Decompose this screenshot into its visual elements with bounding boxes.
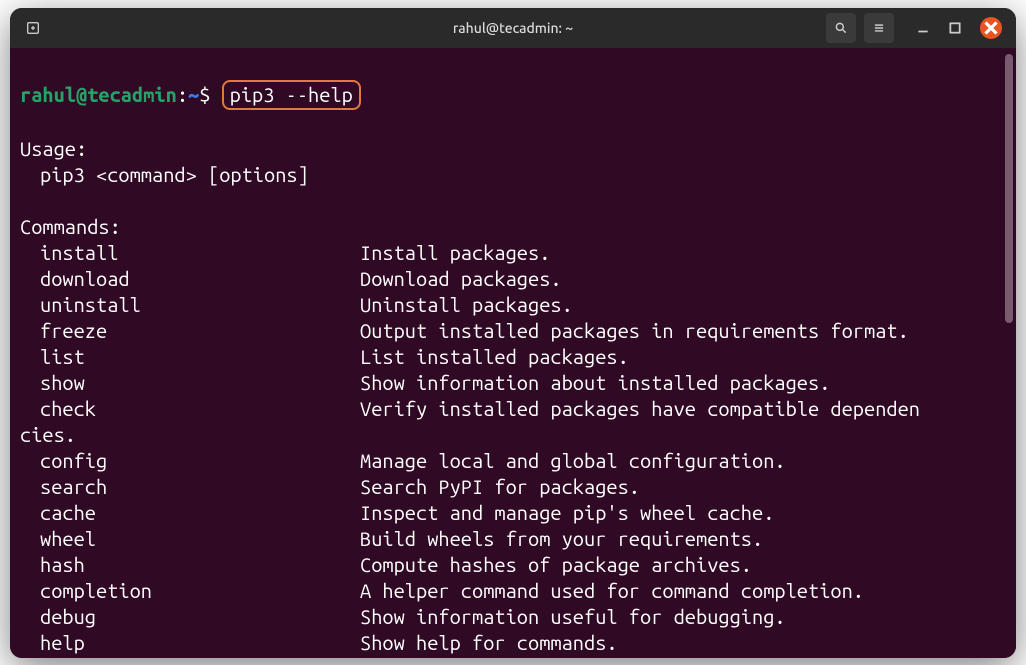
titlebar-left	[18, 13, 48, 43]
titlebar: rahul@tecadmin: ~	[10, 8, 1016, 48]
command-row: installInstall packages.	[20, 240, 1004, 266]
command-name: config	[20, 448, 360, 474]
command-name: debug	[20, 604, 360, 630]
command-row: checkVerify installed packages have comp…	[20, 396, 1004, 422]
prompt-dollar: $	[199, 83, 210, 106]
command-description: Show help for commands.	[360, 630, 1004, 656]
commands-heading: Commands:	[20, 215, 121, 238]
titlebar-right	[826, 13, 1008, 43]
command-description: Verify installed packages have compatibl…	[360, 396, 1004, 422]
command-description: Inspect and manage pip's wheel cache.	[360, 500, 1004, 526]
command-name: uninstall	[20, 292, 360, 318]
command-description: Build wheels from your requirements.	[360, 526, 1004, 552]
hamburger-icon	[872, 21, 886, 35]
scrollbar[interactable]	[1004, 54, 1014, 652]
command-description: Install packages.	[360, 240, 1004, 266]
command-row: uninstallUninstall packages.	[20, 292, 1004, 318]
command-row: configManage local and global configurat…	[20, 448, 1004, 474]
command-description: List installed packages.	[360, 344, 1004, 370]
command-name: check	[20, 396, 360, 422]
commands-list: installInstall packages.downloadDownload…	[20, 240, 1004, 656]
usage-line: pip3 <command> [options]	[20, 163, 309, 186]
terminal-body[interactable]: rahul@tecadmin:~$ pip3 --help Usage: pip…	[10, 48, 1016, 658]
prompt-colon: :	[177, 83, 188, 106]
menu-button[interactable]	[864, 13, 894, 43]
command-name: show	[20, 370, 360, 396]
search-icon	[834, 21, 848, 35]
prompt-user-host: rahul@tecadmin	[20, 83, 177, 106]
search-button[interactable]	[826, 13, 856, 43]
command-row: cacheInspect and manage pip's wheel cach…	[20, 500, 1004, 526]
scrollbar-thumb[interactable]	[1005, 54, 1013, 323]
command-description: A helper command used for command comple…	[360, 578, 1004, 604]
maximize-button[interactable]	[948, 21, 962, 35]
command-row: downloadDownload packages.	[20, 266, 1004, 292]
command-description: Search PyPI for packages.	[360, 474, 1004, 500]
prompt-path: ~	[188, 83, 199, 106]
command-row: wheelBuild wheels from your requirements…	[20, 526, 1004, 552]
close-button[interactable]	[980, 17, 1002, 39]
command-row: showShow information about installed pac…	[20, 370, 1004, 396]
command-row: searchSearch PyPI for packages.	[20, 474, 1004, 500]
terminal-window: rahul@tecadmin: ~	[10, 8, 1016, 658]
usage-heading: Usage:	[20, 137, 87, 160]
new-tab-button[interactable]	[18, 13, 48, 43]
window-controls	[916, 17, 1002, 39]
typed-command-highlight: pip3 --help	[222, 80, 361, 110]
window-title: rahul@tecadmin: ~	[453, 20, 573, 36]
command-name: hash	[20, 552, 360, 578]
command-name: list	[20, 344, 360, 370]
command-description: Show information about installed package…	[360, 370, 1004, 396]
minimize-icon	[916, 21, 930, 35]
command-description: Output installed packages in requirement…	[360, 318, 1004, 344]
maximize-icon	[948, 21, 962, 35]
command-row: completionA helper command used for comm…	[20, 578, 1004, 604]
command-name: completion	[20, 578, 360, 604]
close-icon	[980, 17, 1002, 39]
typed-command: pip3 --help	[230, 83, 353, 106]
minimize-button[interactable]	[916, 21, 930, 35]
command-name: install	[20, 240, 360, 266]
command-row: helpShow help for commands.	[20, 630, 1004, 656]
command-description: Compute hashes of package archives.	[360, 552, 1004, 578]
command-name: wheel	[20, 526, 360, 552]
command-row: hashCompute hashes of package archives.	[20, 552, 1004, 578]
command-name: cache	[20, 500, 360, 526]
command-description: Show information useful for debugging.	[360, 604, 1004, 630]
command-name: freeze	[20, 318, 360, 344]
terminal-content: rahul@tecadmin:~$ pip3 --help Usage: pip…	[20, 54, 1004, 652]
command-name: download	[20, 266, 360, 292]
command-name: help	[20, 630, 360, 656]
command-description: Download packages.	[360, 266, 1004, 292]
command-row: debugShow information useful for debuggi…	[20, 604, 1004, 630]
command-description: Manage local and global configuration.	[360, 448, 1004, 474]
command-wrap-line: cies.	[20, 422, 1004, 448]
command-description: Uninstall packages.	[360, 292, 1004, 318]
command-row: listList installed packages.	[20, 344, 1004, 370]
command-row: freezeOutput installed packages in requi…	[20, 318, 1004, 344]
command-name: search	[20, 474, 360, 500]
new-tab-icon	[25, 20, 41, 36]
